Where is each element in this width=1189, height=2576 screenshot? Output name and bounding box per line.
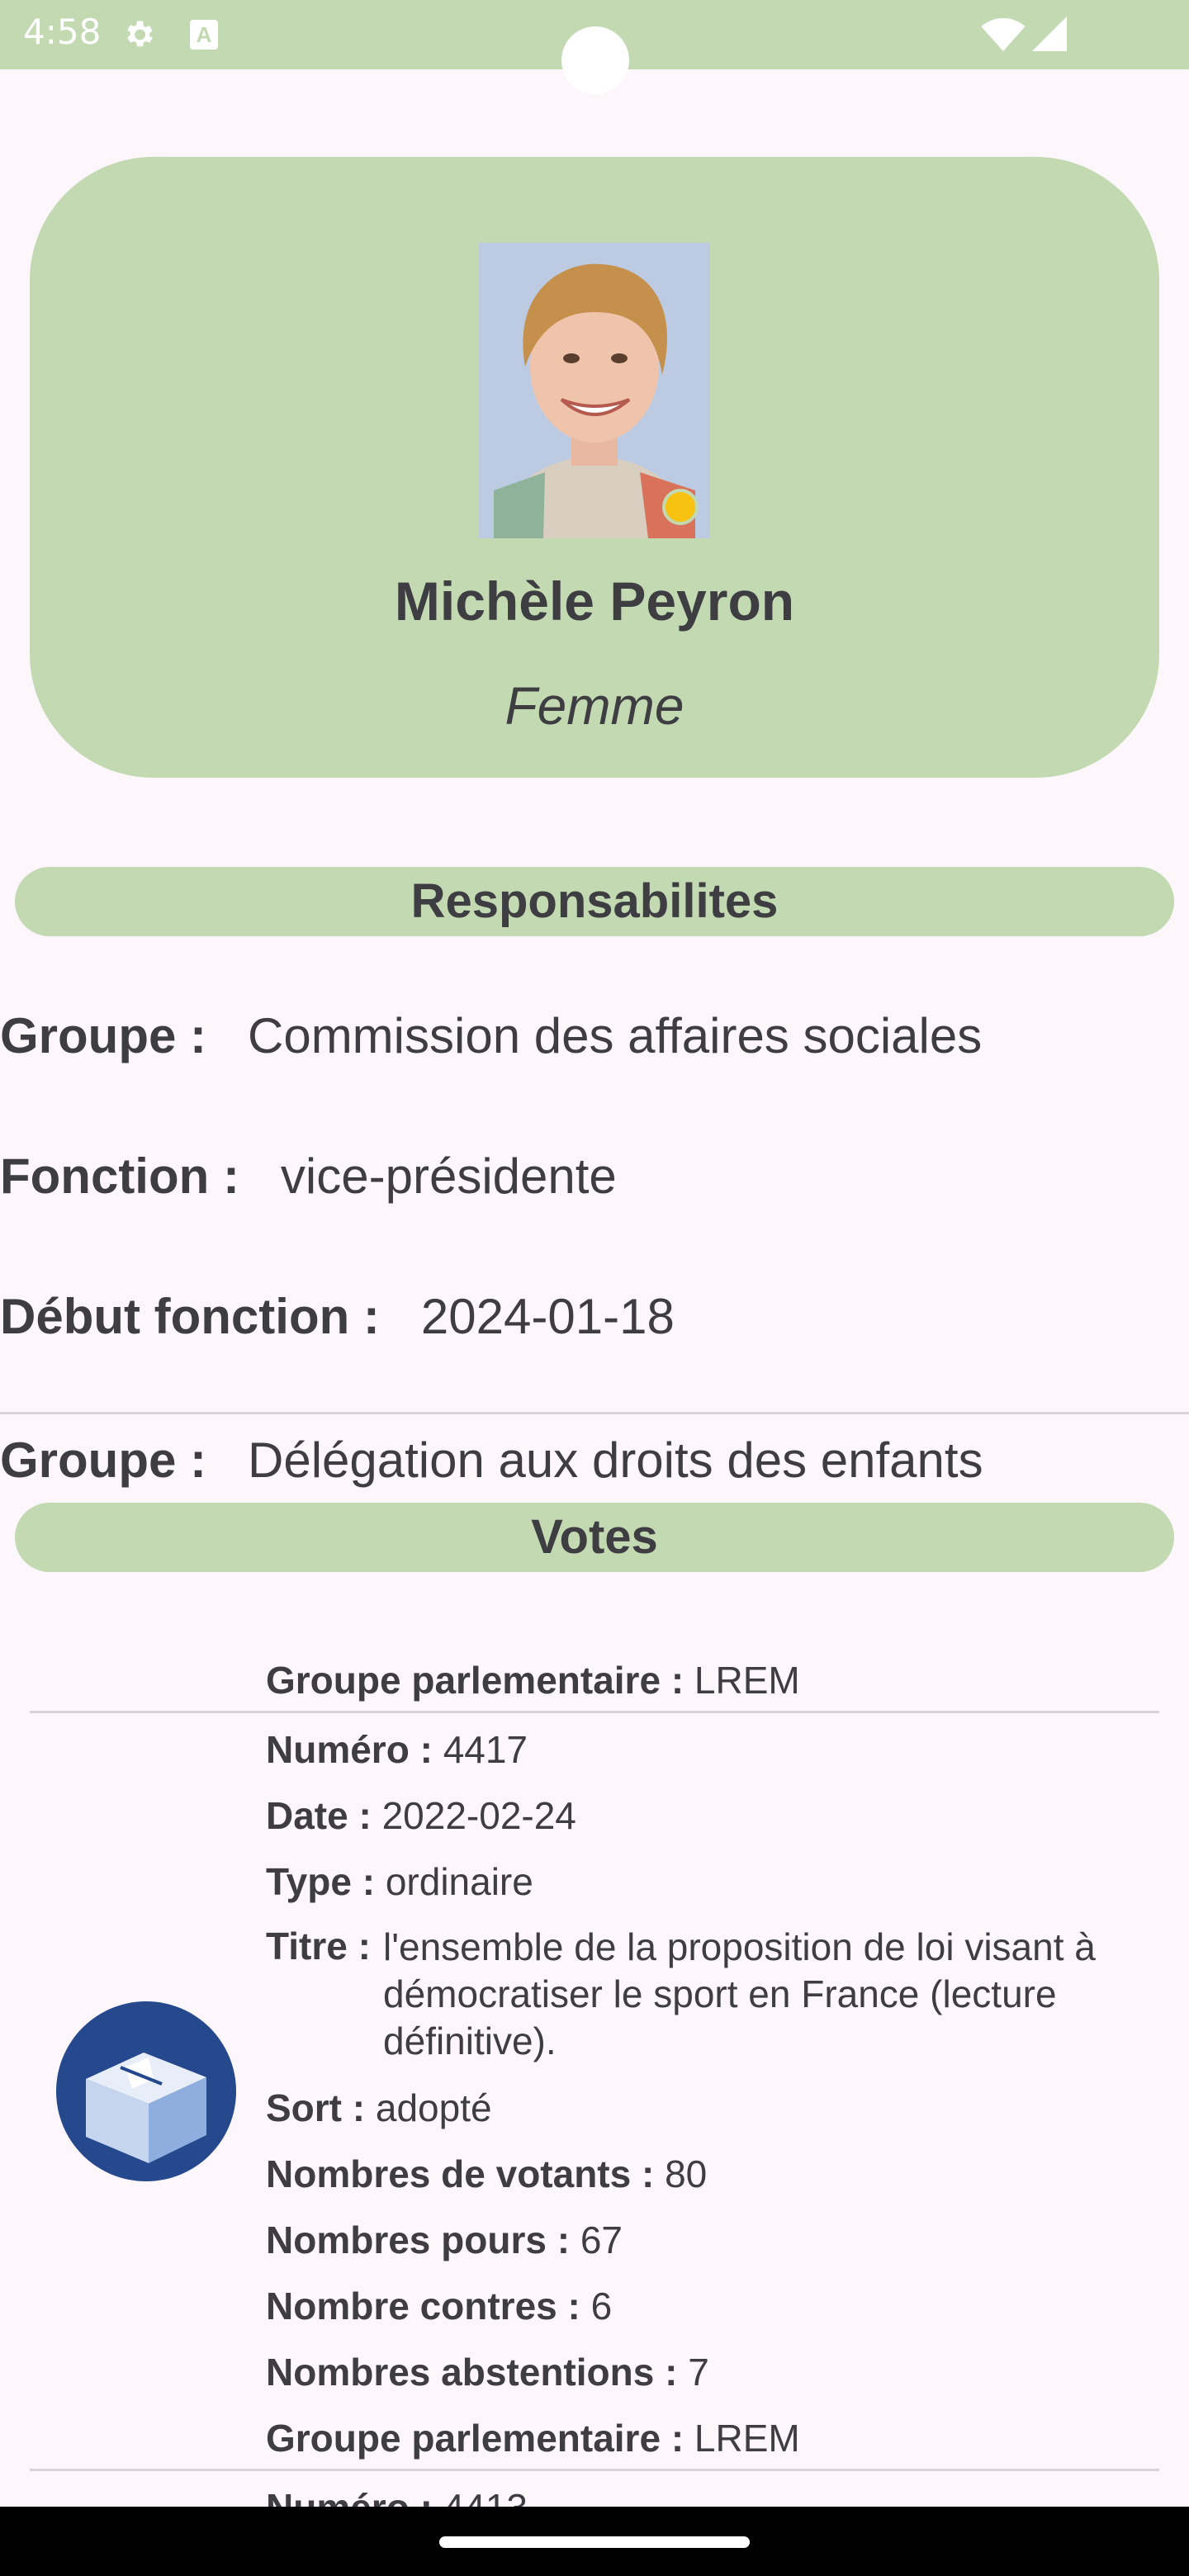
vote-sort: Sort : adopté bbox=[266, 2086, 492, 2129]
resp-value: 2024-01-18 bbox=[420, 1289, 675, 1344]
resp-label: Groupe : bbox=[0, 1432, 206, 1488]
prev-vote-groupe: Groupe parlementaire : LREM bbox=[266, 1659, 800, 1702]
vote-pours: Nombres pours : 67 bbox=[266, 2218, 623, 2261]
camera-cutout bbox=[561, 26, 629, 94]
status-dot bbox=[662, 489, 699, 525]
resp-row-groupe: Groupe : Commission des affaires sociales bbox=[0, 1007, 982, 1064]
vote-votants: Nombres de votants : 80 bbox=[266, 2152, 708, 2195]
vote-abstentions: Nombres abstentions : 7 bbox=[266, 2351, 709, 2394]
vote-contres: Nombre contres : 6 bbox=[266, 2285, 613, 2327]
home-gesture-handle[interactable] bbox=[439, 2536, 750, 2548]
vote-divider bbox=[30, 2469, 1159, 2471]
resp-row-fonction: Fonction : vice-présidente bbox=[0, 1148, 617, 1205]
vote-divider bbox=[30, 1711, 1159, 1713]
votes-header: Votes bbox=[15, 1503, 1174, 1572]
resp-label: Début fonction : bbox=[0, 1289, 380, 1344]
vote-groupe: Groupe parlementaire : LREM bbox=[266, 2417, 800, 2460]
resp-label: Groupe : bbox=[0, 1008, 206, 1063]
vote-date: Date : 2022-02-24 bbox=[266, 1794, 576, 1837]
text-a-icon: A bbox=[190, 20, 218, 50]
vote-titre: Titre : l'ensemble de la proposition de … bbox=[266, 1925, 1096, 2062]
next-vote-item[interactable]: Numéro : 4413 bbox=[0, 2482, 1189, 2507]
resp-row-groupe-2: Groupe : Délégation aux droits des enfant… bbox=[0, 1432, 983, 1489]
status-bar: 4:58 A bbox=[0, 0, 1189, 94]
vote-type: Type : ordinaire bbox=[266, 1860, 533, 1903]
profile-card: Michèle Peyron Femme bbox=[30, 157, 1159, 778]
resp-value: Commission des affaires sociales bbox=[248, 1008, 983, 1063]
wifi-icon bbox=[981, 18, 1026, 51]
responsabilites-header: Responsabilites bbox=[15, 867, 1174, 936]
gear-icon bbox=[127, 21, 153, 47]
signal-icon bbox=[1032, 17, 1067, 51]
resp-value: vice-présidente bbox=[280, 1148, 617, 1204]
status-time: 4:58 bbox=[23, 12, 102, 52]
navigation-bar bbox=[0, 2507, 1189, 2576]
resp-label: Fonction : bbox=[0, 1148, 239, 1204]
deputy-gender: Femme bbox=[504, 676, 685, 736]
deputy-name: Michèle Peyron bbox=[394, 571, 795, 632]
vote-numero: Numéro : 4417 bbox=[266, 1728, 528, 1771]
resp-divider bbox=[0, 1412, 1189, 1414]
resp-value: Délégation aux droits des enfants bbox=[248, 1432, 983, 1488]
resp-row-debut-fonction: Début fonction : 2024-01-18 bbox=[0, 1288, 675, 1345]
ballot-box-icon bbox=[56, 2001, 236, 2181]
vote-numero: Numéro : 4413 bbox=[266, 2485, 528, 2507]
